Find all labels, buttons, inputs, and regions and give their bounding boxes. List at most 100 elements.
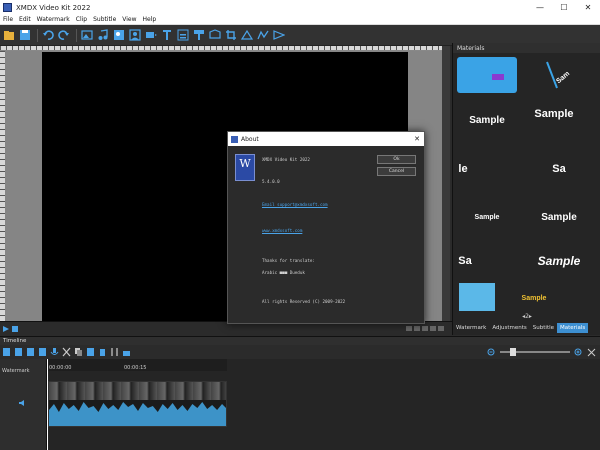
transition-button[interactable] — [272, 28, 285, 43]
materials-tabs: Watermark Adjustments Subtitle Materials — [453, 321, 600, 335]
material-item[interactable]: le — [453, 151, 473, 187]
menu-clip[interactable]: Clip — [73, 16, 90, 23]
save-icon — [19, 30, 30, 40]
zoom-in-icon[interactable] — [574, 348, 583, 357]
add-text-button[interactable] — [160, 28, 173, 43]
subtitle-button[interactable] — [208, 28, 221, 43]
audio-track-icon[interactable] — [38, 347, 47, 357]
material-item[interactable] — [459, 283, 495, 311]
add-shape-button[interactable] — [144, 28, 157, 43]
app-logo-icon — [3, 3, 12, 12]
materials-panel: Materials Sam Sample Sample le Sa Sample… — [452, 43, 600, 335]
audio-waveform — [49, 400, 226, 426]
maximize-button[interactable]: ☐ — [552, 0, 576, 15]
blue-banner-icon — [462, 60, 512, 90]
material-item[interactable]: Sample — [529, 243, 589, 279]
scissors-icon[interactable] — [62, 347, 71, 357]
tab-materials[interactable]: Materials — [557, 323, 589, 333]
add-image-button[interactable] — [80, 28, 93, 43]
zoom-slider-handle[interactable] — [510, 348, 516, 356]
view-mode-icon[interactable] — [406, 325, 446, 333]
next-page-icon[interactable]: ▸ — [529, 313, 532, 320]
timeline-body: Watermark 00:00:00 00:00:15 — [0, 359, 600, 450]
material-item[interactable]: Sa — [529, 151, 589, 187]
crop-button[interactable] — [224, 28, 237, 43]
material-item[interactable]: Sa — [453, 243, 477, 279]
playhead[interactable] — [47, 359, 48, 450]
watermark-text-button[interactable] — [192, 28, 205, 43]
preview-scrollbar[interactable] — [442, 46, 450, 321]
window-title: XMDX Video Kit 2022 — [16, 3, 91, 12]
music-icon — [98, 29, 108, 40]
mosaic-button[interactable] — [256, 28, 269, 43]
subtitle-icon — [208, 29, 221, 39]
material-item[interactable]: Sam — [529, 57, 589, 93]
delete-icon[interactable] — [98, 347, 107, 357]
split-icon[interactable] — [2, 347, 11, 357]
material-item[interactable]: Sample — [509, 107, 599, 121]
zoom-slider[interactable] — [500, 348, 570, 356]
copyright-text: All rights Reserved (C) 2009-2022 — [262, 299, 346, 304]
image-track-icon[interactable] — [14, 347, 23, 357]
fit-icon[interactable] — [587, 348, 596, 357]
add-person-button[interactable] — [128, 28, 141, 43]
add-photo-button[interactable] — [112, 28, 125, 43]
image-icon — [80, 30, 93, 40]
video-clip[interactable] — [48, 381, 227, 427]
microphone-icon[interactable] — [50, 347, 59, 357]
tab-adjustments[interactable]: Adjustments — [489, 323, 529, 333]
copy-icon[interactable] — [74, 347, 83, 357]
folder-icon — [3, 31, 14, 40]
text-icon — [162, 30, 171, 40]
tab-subtitle[interactable]: Subtitle — [530, 323, 557, 333]
svg-text:Sam: Sam — [555, 70, 571, 85]
about-dialog-title: About — [241, 135, 259, 143]
product-name: XMDX Video Kit 2022 — [262, 157, 310, 162]
ok-button[interactable]: Ok — [377, 155, 416, 164]
zoom-out-icon[interactable] — [487, 348, 496, 357]
support-email-link[interactable]: Email support@xmdxsoft.com — [262, 202, 328, 207]
add-audio-button[interactable] — [96, 28, 109, 43]
effect-button[interactable] — [240, 28, 253, 43]
person-icon — [128, 29, 141, 41]
tab-watermark[interactable]: Watermark — [453, 323, 489, 333]
product-version: 5.4.0.0 — [262, 179, 280, 184]
close-button[interactable]: ✕ — [576, 0, 600, 15]
menu-subtitle[interactable]: Subtitle — [90, 16, 119, 23]
paste-icon[interactable] — [86, 347, 95, 357]
menu-file[interactable]: File — [0, 16, 16, 23]
material-item[interactable]: Sample — [457, 199, 517, 235]
minimize-button[interactable]: — — [528, 0, 552, 15]
text-track-icon[interactable] — [26, 347, 35, 357]
website-link[interactable]: www.xmdxsoft.com — [262, 228, 302, 233]
lock-icon[interactable] — [122, 347, 131, 357]
rectangle-icon — [145, 32, 157, 38]
timeline-header: Timeline — [0, 336, 600, 345]
menu-watermark[interactable]: Watermark — [34, 16, 73, 23]
menu-edit[interactable]: Edit — [16, 16, 34, 23]
redo-button[interactable] — [57, 28, 70, 43]
menu-help[interactable]: Help — [140, 16, 160, 23]
cancel-button[interactable]: Cancel — [377, 167, 416, 176]
trim-icon[interactable] — [110, 347, 119, 357]
play-icon[interactable] — [2, 325, 10, 333]
track-label-watermark: Watermark — [2, 368, 30, 374]
stop-icon[interactable] — [12, 326, 18, 332]
translator-credit: Arabic ■■■ Dueduk — [262, 270, 305, 275]
rotated-sample-icon: Sam — [546, 61, 571, 89]
speaker-icon[interactable] — [18, 399, 26, 407]
crop-icon — [225, 30, 236, 40]
material-item[interactable] — [457, 57, 517, 93]
mosaic-icon — [256, 30, 269, 40]
about-close-button[interactable]: ✕ — [410, 135, 424, 143]
material-item[interactable]: Sample — [529, 199, 589, 235]
menu-view[interactable]: View — [119, 16, 139, 23]
timeline-toolbar — [0, 345, 600, 359]
material-item[interactable]: Sample — [457, 115, 517, 129]
save-button[interactable] — [18, 28, 31, 43]
text-style-button[interactable] — [176, 28, 189, 43]
material-item[interactable]: Sample — [511, 291, 557, 305]
text-style-icon — [177, 29, 188, 41]
new-project-button[interactable] — [2, 28, 15, 43]
undo-button[interactable] — [41, 28, 54, 43]
